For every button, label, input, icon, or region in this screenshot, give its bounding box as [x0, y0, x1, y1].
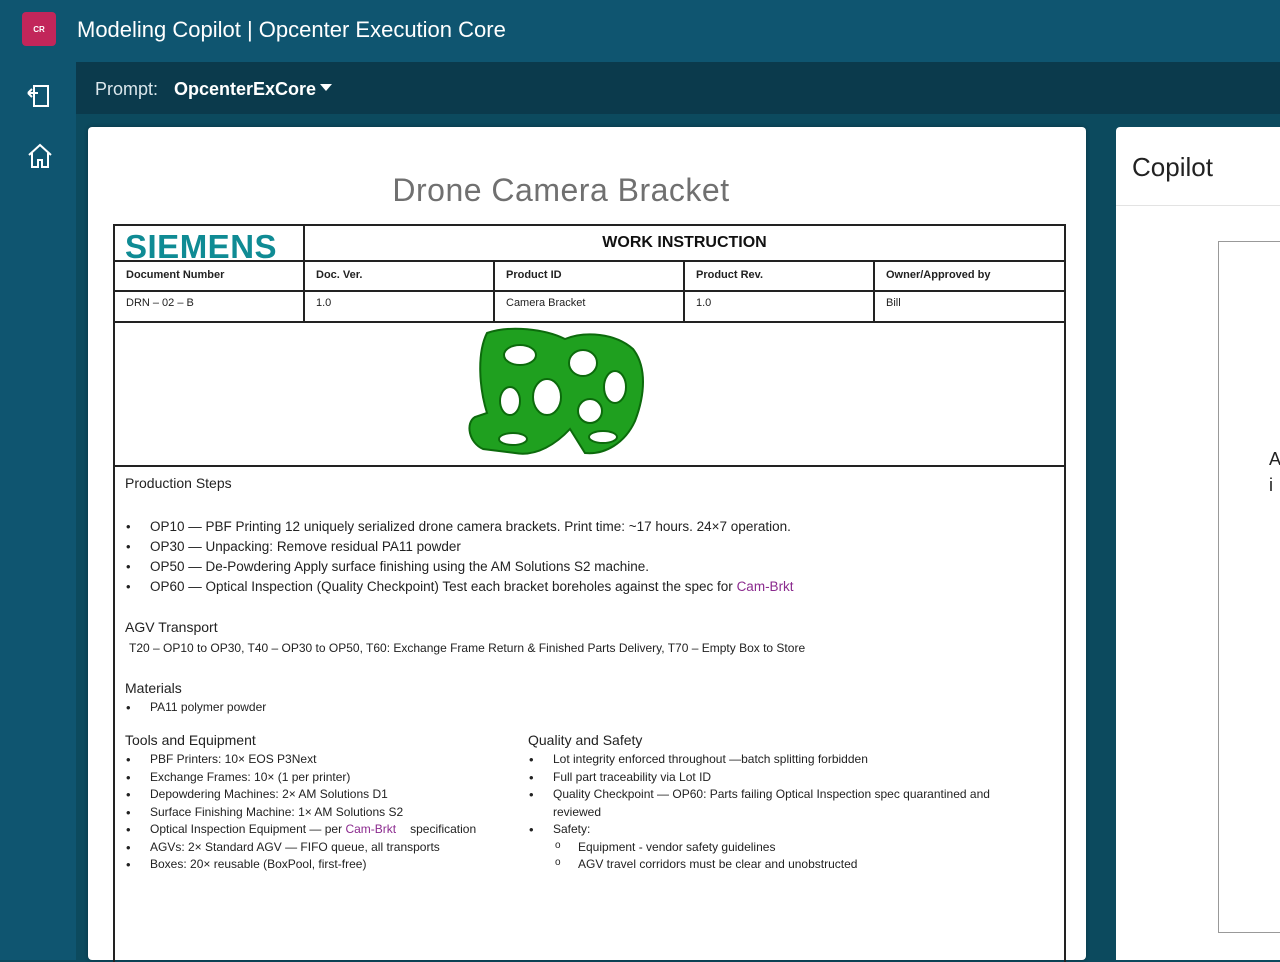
bracket-part-image	[468, 327, 644, 455]
production-step-op10: OP10 — PBF Printing 12 uniquely serializ…	[150, 519, 791, 534]
value-doc-ver: 1.0	[316, 297, 332, 309]
production-step-op30: OP30 — Unpacking: Remove residual PA11 p…	[150, 539, 461, 554]
production-steps-heading: Production Steps	[125, 475, 232, 491]
app-logo: CR	[22, 12, 56, 46]
exit-icon[interactable]	[24, 80, 56, 112]
safety-sub-item: Equipment - vendor safety guidelines	[578, 840, 776, 854]
agv-transport-text: T20 – OP10 to OP30, T40 – OP30 to OP50, …	[129, 641, 806, 655]
tool-item: Surface Finishing Machine: 1× AM Solutio…	[150, 805, 404, 819]
value-owner: Bill	[886, 297, 901, 309]
document-panel: Drone Camera Bracket SIEMENS WORK INSTRU…	[88, 127, 1086, 962]
header-document-number: Document Number	[126, 269, 225, 281]
tool-item: Exchange Frames: 10× (1 per printer)	[150, 770, 351, 784]
header-product-rev: Product Rev.	[696, 269, 764, 281]
document-title: Drone Camera Bracket	[392, 172, 730, 208]
agv-transport-heading: AGV Transport	[125, 619, 218, 635]
value-product-id: Camera Bracket	[506, 297, 586, 309]
tools-heading: Tools and Equipment	[125, 732, 256, 748]
cam-brkt-link[interactable]: Cam-Brkt	[345, 822, 396, 836]
cam-brkt-link[interactable]: Cam-Brkt	[737, 579, 794, 594]
header-doc-ver: Doc. Ver.	[316, 269, 363, 281]
value-document-number: DRN – 02 – B	[126, 297, 194, 309]
copilot-text-fragment: A	[1269, 449, 1280, 469]
header-owner: Owner/Approved by	[886, 269, 991, 281]
work-instruction-header: SIEMENS WORK INSTRUCTION Document Number…	[113, 224, 1066, 323]
materials-heading: Materials	[125, 680, 182, 696]
copilot-title: Copilot	[1132, 152, 1213, 182]
tool-item: Boxes: 20× reusable (BoxPool, first-free…	[150, 857, 367, 871]
app-header: CR Modeling Copilot | Opcenter Execution…	[0, 0, 1280, 62]
tool-item: Depowdering Machines: 2× AM Solutions D1	[150, 787, 388, 801]
copilot-message-box[interactable]	[1218, 241, 1280, 933]
quality-item: Full part traceability via Lot ID	[553, 770, 712, 784]
quality-heading: Quality and Safety	[528, 732, 643, 748]
quality-item: Quality Checkpoint — OP60: Parts failing…	[553, 787, 990, 801]
quality-item-continued: reviewed	[553, 805, 602, 819]
quality-item: Lot integrity enforced throughout —batch…	[553, 752, 868, 766]
tool-item: Optical Inspection Equipment — per Cam-B…	[150, 822, 477, 836]
material-item: PA11 polymer powder	[150, 700, 267, 714]
value-product-rev: 1.0	[696, 297, 712, 309]
left-rail	[0, 62, 76, 960]
header-product-id: Product ID	[506, 269, 562, 281]
prompt-select[interactable]: OpcenterExCore	[174, 79, 316, 100]
copilot-divider	[1116, 205, 1280, 206]
production-step-op50: OP50 — De-Powdering Apply surface finish…	[150, 559, 650, 574]
copilot-text-fragment: i	[1269, 475, 1273, 495]
work-instruction-heading: WORK INSTRUCTION	[602, 234, 767, 251]
chevron-down-icon[interactable]	[320, 84, 332, 91]
tool-item: AGVs: 2× Standard AGV — FIFO queue, all …	[150, 840, 440, 854]
tool-item: PBF Printers: 10× EOS P3Next	[150, 752, 317, 766]
quality-item: Safety:	[553, 822, 591, 836]
prompt-label: Prompt:	[95, 79, 159, 99]
product-image-box	[113, 319, 1066, 465]
home-icon[interactable]	[24, 140, 56, 172]
app-title: Modeling Copilot | Opcenter Execution Co…	[77, 17, 506, 42]
safety-sub-item: AGV travel corridors must be clear and u…	[578, 857, 858, 871]
document-body: Production Steps • OP10 — PBF Printing 1…	[113, 465, 1066, 962]
production-step-op60: OP60 — Optical Inspection (Quality Check…	[150, 579, 794, 594]
copilot-panel: Copilot A i	[1116, 127, 1280, 960]
prompt-bar: Prompt: OpcenterExCore	[76, 62, 1280, 114]
